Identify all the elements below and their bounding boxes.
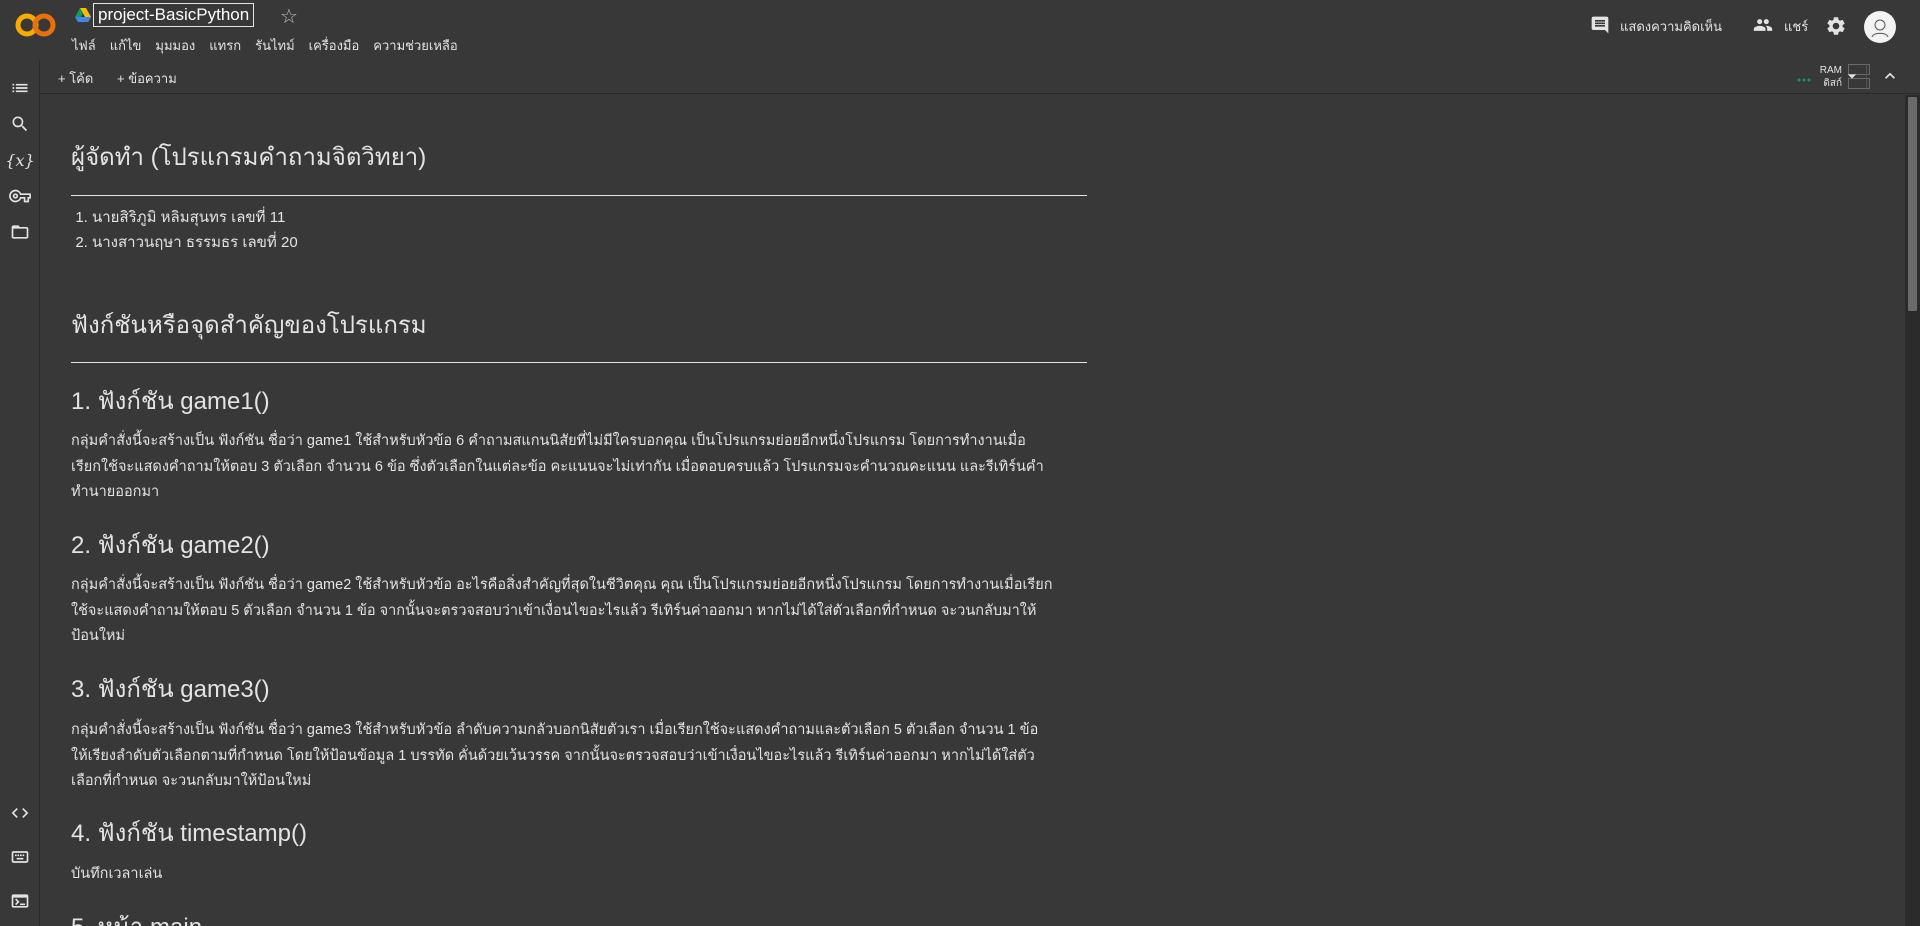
menu-tools[interactable]: เครื่องมือ [302,35,367,56]
search-icon[interactable] [9,113,31,135]
divider [71,362,1087,363]
terminal-icon[interactable] [9,890,31,912]
section-title: 4. ฟังก์ชัน timestamp() [71,820,307,847]
paragraph-line: ทำนายออกมา [71,484,160,500]
section-heading: ฟังก์ชันหรือจุดสำคัญของโปรแกรม [71,312,427,339]
colab-logo[interactable] [14,10,58,40]
notebook-content: ผู้จัดทำ (โปรแกรมคำถามจิตวิทยา) นายสิริภ… [40,95,1905,926]
share-label: แชร์ [1784,19,1809,34]
paragraph-line: ป้อนใหม่ [71,628,126,644]
section-body: กลุ่มคำสั่งนี้จะสร้างเป็น ฟังก์ชัน ชื่อว… [71,573,1087,650]
menu-view[interactable]: มุมมอง [148,35,202,56]
files-folder-icon[interactable] [9,221,31,243]
top-bar: project-BasicPython ☆ ไฟล์ แก้ไข มุมมอง … [0,0,1920,60]
section-title: 3. ฟังก์ชัน game3() [71,676,270,703]
avatar[interactable] [1864,11,1896,43]
menu-runtime[interactable]: รันไทม์ [248,35,302,56]
section-title: 5. หน้า main [71,907,202,926]
disk-label: ดิสก์ [1823,78,1842,89]
share-button[interactable]: แชร์ [1752,15,1808,38]
paragraph-line: ให้เรียงลำดับตัวเลือกตามที่กำหนด โดยให้ป… [71,747,1035,764]
list-item: นายสิริภูมิ หลิมสุนทร เลขที่ 11 [92,205,298,230]
list-item: นางสาวนฤษา ธรรมธร เลขที่ 20 [92,230,298,255]
collapse-chevron-up-icon[interactable] [1880,66,1900,91]
command-palette-icon[interactable] [9,846,31,868]
menu-edit[interactable]: แก้ไข [103,35,149,56]
code-snippets-icon[interactable] [9,802,31,824]
paragraph-line: บันทึกเวลาเล่น [71,866,163,882]
paragraph-line: ใช้จะแสดงคำถามให้ตอบ 5 ตัวเลือก จำนวน 1 … [71,602,1037,619]
menu-insert[interactable]: แทรก [202,35,248,56]
secrets-key-icon[interactable] [9,185,31,207]
drive-icon[interactable] [75,8,91,22]
toolbar-divider [1866,64,1867,88]
people-icon [1752,15,1774,38]
divider [71,195,1087,196]
ram-label: RAM [1819,65,1842,76]
caret-down-icon[interactable] [1842,66,1862,91]
left-sidebar: {𝑥} [0,60,40,926]
section-body: กลุ่มคำสั่งนี้จะสร้างเป็น ฟังก์ชัน ชื่อว… [71,718,1087,795]
star-icon[interactable]: ☆ [280,4,298,29]
authors-list: นายสิริภูมิ หลิมสุนทร เลขที่ 11 นางสาวนฤ… [92,205,298,255]
menu-help[interactable]: ความช่วยเหลือ [366,35,464,56]
settings-gear-icon[interactable] [1825,15,1847,42]
variables-icon[interactable]: {𝑥} [5,149,34,171]
scrollbar-thumb[interactable] [1908,97,1917,311]
comment-icon [1590,15,1610,38]
vertical-scrollbar[interactable] [1905,95,1920,926]
menu-bar: ไฟล์ แก้ไข มุมมอง แทรก รันไทม์ เครื่องมื… [72,35,465,56]
paragraph-line: กลุ่มคำสั่งนี้จะสร้างเป็น ฟังก์ชัน ชื่อว… [71,433,1026,449]
notebook-title-input[interactable]: project-BasicPython [93,3,255,27]
add-text-button[interactable]: + ข้อความ [117,68,177,89]
comment-button[interactable]: แสดงความคิดเห็น [1590,15,1722,38]
section-body: กลุ่มคำสั่งนี้จะสร้างเป็น ฟังก์ชัน ชื่อว… [71,429,1087,506]
section-title: 1. ฟังก์ชัน game1() [71,388,270,415]
section-title: 2. ฟังก์ชัน game2() [71,532,270,559]
page-title: ผู้จัดทำ (โปรแกรมคำถามจิตวิทยา) [71,144,427,171]
paragraph-line: เลือกที่กำหนด จะวนกลับมาให้ป้อนใหม่ [71,773,312,789]
resources-indicator[interactable]: RAM ดิสก์ [1816,64,1842,90]
connection-status-icon [1797,70,1811,88]
paragraph-line: กลุ่มคำสั่งนี้จะสร้างเป็น ฟังก์ชัน ชื่อว… [71,722,1039,738]
menu-file[interactable]: ไฟล์ [72,35,103,56]
comment-label: แสดงความคิดเห็น [1620,19,1723,34]
notebook-toolbar: + โค้ด + ข้อความ RAM ดิสก์ [40,60,1920,94]
add-code-button[interactable]: + โค้ด [58,68,93,89]
section-body: บันทึกเวลาเล่น [71,862,1087,888]
paragraph-line: กลุ่มคำสั่งนี้จะสร้างเป็น ฟังก์ชัน ชื่อว… [71,577,1053,593]
paragraph-line: เรียกใช้จะแสดงคำถามให้ตอบ 3 ตัวเลือก จำน… [71,458,1044,475]
